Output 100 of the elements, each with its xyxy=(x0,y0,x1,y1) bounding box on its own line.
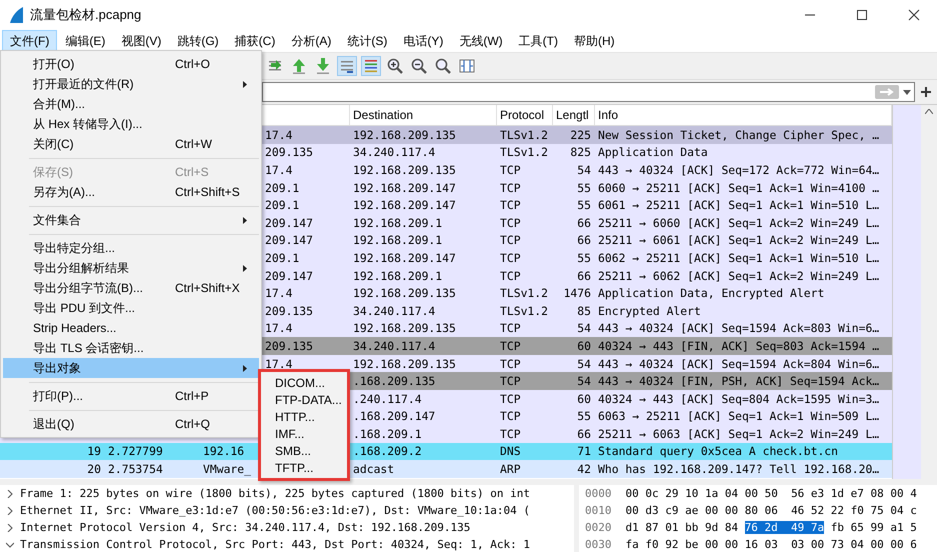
table-cell-text: 71 xyxy=(576,444,592,458)
menu-item[interactable]: 视图(V) xyxy=(113,30,170,52)
menu-item[interactable]: Strip Headers... xyxy=(3,318,259,338)
table-cell-text: 25211 → 6062 [ACK] Seq=1 Ack=2 Win=249 L… xyxy=(597,268,880,283)
dropdown-arrow-icon[interactable] xyxy=(903,90,911,94)
menu-item[interactable]: 打开最近的文件(R) xyxy=(3,74,259,94)
table-cell-text: TLSv1.2 xyxy=(499,145,550,160)
table-cell-text: 54 xyxy=(576,321,592,336)
add-filter-icon[interactable] xyxy=(921,87,931,97)
table-cell-text: 66 xyxy=(576,268,592,283)
menu-item[interactable]: 跳转(G) xyxy=(169,30,227,52)
menu-item[interactable]: HTTP... xyxy=(261,408,347,425)
menu-item[interactable]: 电话(Y) xyxy=(395,30,452,52)
hex-bytes: 00 d3 c9 ae 00 00 80 06 46 52 22 f0 75 04 c xyxy=(626,504,917,517)
table-cell-text: New Session Ticket, Change Cipher Spec, … xyxy=(597,128,880,142)
table-cell-text: 209.135 xyxy=(264,145,314,160)
menu-item[interactable]: 工具(T) xyxy=(510,30,566,52)
table-cell-text: 17.4 xyxy=(264,356,294,371)
tree-item-label[interactable]: Internet Protocol Version 4, Src: 34.240.117.4, Dst: 192.168.209.135 xyxy=(20,521,470,534)
chevron-right-icon[interactable] xyxy=(6,524,14,532)
scrollbar[interactable] xyxy=(921,105,937,479)
offset-label: 0000 xyxy=(585,487,612,500)
scroll-up-icon[interactable] xyxy=(925,109,933,114)
table-cell-text: 66 xyxy=(576,233,592,248)
colorize-icon[interactable] xyxy=(362,57,380,75)
table-cell-text: 55 xyxy=(576,409,592,424)
autoscroll-icon[interactable] xyxy=(338,57,356,75)
menu-item[interactable]: TFTP... xyxy=(261,459,347,476)
table-cell-text: 192.168.209.147 xyxy=(352,180,457,195)
table-cell-text: 209.147 xyxy=(264,268,314,283)
column-header[interactable]: Destination xyxy=(350,105,497,125)
table-cell-text: .168.209.1 xyxy=(352,426,423,441)
hex-bytes: fb 65 99 a1 5 xyxy=(830,521,917,534)
table-cell-text: 55 xyxy=(576,198,592,212)
table-cell-text: .240.117.4 xyxy=(352,392,423,406)
column-header[interactable]: Protocol xyxy=(497,105,553,125)
table-cell-text: 225 xyxy=(569,128,592,142)
table-cell-text: 443 → 40324 [ACK] Seq=1594 Ack=804 Win=6… xyxy=(597,356,880,371)
table-cell-text: 1476 xyxy=(562,286,592,300)
menu-item[interactable]: SMB... xyxy=(261,442,347,459)
menu-item[interactable]: 无线(W) xyxy=(451,30,511,52)
menu-item[interactable]: 分析(A) xyxy=(283,30,340,52)
table-cell-text: 20 xyxy=(86,462,102,476)
chevron-down-icon[interactable] xyxy=(6,540,14,548)
table-cell-text: 6061 → 25211 [ACK] Seq=1 Ack=1 Win=510 L… xyxy=(597,198,880,212)
offset-label: 0010 xyxy=(585,504,612,517)
chevron-right-icon[interactable] xyxy=(6,490,14,498)
menu-item[interactable]: 帮助(H) xyxy=(566,30,623,52)
menu-item[interactable]: 编辑(E) xyxy=(57,30,114,52)
table-cell-text: TCP xyxy=(499,338,522,353)
menu-item[interactable]: 合并(M)... xyxy=(3,94,259,114)
tree-item-label[interactable]: Transmission Control Protocol, Src Port: 443, Dst Port: 40324, Seq: 1, Ack: 1 xyxy=(20,538,530,551)
display-filter-field[interactable] xyxy=(262,82,915,102)
table-cell-text: TCP xyxy=(499,356,522,371)
chevron-right-icon[interactable] xyxy=(6,506,14,514)
table-cell-text: 192.168.209.135 xyxy=(352,128,457,142)
table-cell-text: 17.4 xyxy=(264,321,294,336)
hex-bytes: d1 87 01 bb 9d 84 xyxy=(626,521,738,534)
table-cell-text: 209.135 xyxy=(264,338,314,353)
menu-item[interactable]: 文件(F) xyxy=(2,30,58,52)
table-cell-text: TLSv1.2 xyxy=(499,304,550,318)
menu-item[interactable]: FTP-DATA... xyxy=(261,391,347,408)
close-icon xyxy=(908,9,920,21)
table-cell-text: 443 → 40324 [FIN, PSH, ACK] Seq=1594 Ack… xyxy=(597,374,880,388)
resize-columns-icon[interactable] xyxy=(458,57,476,75)
menu-item[interactable]: 捕获(C) xyxy=(226,30,284,52)
table-cell-text: TCP xyxy=(499,216,522,230)
tree-item-label[interactable]: Frame 1: 225 bytes on wire (1800 bits), 225 bytes captured (1800 bits) on int xyxy=(20,487,530,500)
table-cell-text: 6063 → 25211 [ACK] Seq=1 Ack=1 Win=509 L… xyxy=(597,409,880,424)
window-title: 流量包检材.pcapng xyxy=(30,6,142,24)
column-header[interactable]: Lengtl xyxy=(553,105,595,125)
table-cell-text: 6062 → 25211 [ACK] Seq=1 Ack=1 Win=510 L… xyxy=(597,250,880,265)
menu-item[interactable]: 统计(S) xyxy=(339,30,396,52)
menu-item[interactable]: IMF... xyxy=(261,425,347,442)
zoom-in-icon[interactable] xyxy=(386,57,404,75)
table-cell-text: 17.4 xyxy=(264,162,294,177)
zoom-reset-icon[interactable] xyxy=(434,57,452,75)
table-cell-text: 6060 → 25211 [ACK] Seq=1 Ack=1 Win=4100 … xyxy=(597,180,880,195)
table-cell-text: 443 → 40324 [ACK] Seq=172 Ack=772 Win=64… xyxy=(597,162,880,177)
table-cell-text: 40324 → 443 [FIN, ACK] Seq=803 Ack=1594 … xyxy=(597,338,880,353)
table-cell-text: 192.16 xyxy=(202,444,246,458)
table-cell-text: 192.168.209.135 xyxy=(352,321,457,336)
table-cell-text: TCP xyxy=(499,268,522,283)
table-cell-text: 54 xyxy=(576,162,592,177)
table-cell-text: TCP xyxy=(499,321,522,336)
table-cell-text: TCP xyxy=(499,198,522,212)
column-header[interactable]: Info xyxy=(595,105,892,125)
table-cell-text: Encrypted Alert xyxy=(597,304,702,318)
zoom-out-icon[interactable] xyxy=(410,57,428,75)
offset-label: 0020 xyxy=(585,521,612,534)
table-cell-text: 60 xyxy=(576,338,592,353)
table-cell-text: 209.1 xyxy=(264,250,300,265)
table-cell-text: 66 xyxy=(576,216,592,230)
menu-item[interactable]: 导出对象 xyxy=(3,358,259,378)
table-cell-text: 55 xyxy=(576,250,592,265)
hex-bytes: fa f0 92 be 00 00 16 03 03 00 73 04 00 00 6 xyxy=(626,538,917,551)
table-cell-text: 60 xyxy=(576,392,592,406)
tree-item-label[interactable]: Ethernet II, Src: VMware_e3:1d:e7 (00:50:56:e3:1d:e7), Dst: VMware_10:1a:04 ( xyxy=(20,504,530,517)
menu-item[interactable]: DICOM... xyxy=(261,374,347,391)
table-cell-text: 54 xyxy=(576,356,592,371)
